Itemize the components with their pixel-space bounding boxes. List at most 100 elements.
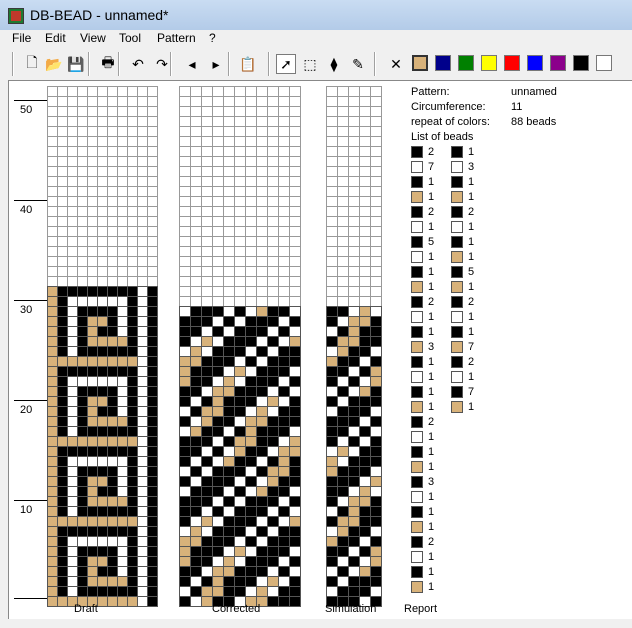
ruler-number: 10 xyxy=(20,504,33,516)
ruler-tick xyxy=(14,598,48,599)
bead-color-swatch xyxy=(411,506,423,518)
menu-bar: File Edit View Tool Pattern ? xyxy=(0,30,632,48)
bead-color-swatch xyxy=(451,296,463,308)
ruler-tick xyxy=(14,100,48,101)
bead-color-swatch xyxy=(451,266,463,278)
bead-count: 1 xyxy=(468,236,475,248)
bead-color-swatch xyxy=(411,491,423,503)
toolbar-separator xyxy=(12,52,14,76)
bead-count: 3 xyxy=(468,161,475,173)
menu-pattern[interactable]: Pattern xyxy=(157,31,196,45)
bead-count: 2 xyxy=(428,146,435,158)
undo-icon[interactable]: ↶ xyxy=(128,54,148,74)
bead-color-swatch xyxy=(411,266,423,278)
ruler-tick xyxy=(14,300,48,301)
bead-count: 1 xyxy=(468,326,475,338)
toolbar-separator xyxy=(228,52,230,76)
pattern-value: unnamed xyxy=(511,86,557,98)
palette-color-swatch[interactable] xyxy=(412,55,428,71)
bead-color-swatch xyxy=(411,566,423,578)
bead-count: 1 xyxy=(468,176,475,188)
bead-color-swatch xyxy=(411,431,423,443)
bead-color-swatch xyxy=(411,311,423,323)
bead-color-swatch xyxy=(411,206,423,218)
bead-count: 3 xyxy=(428,476,435,488)
bead-color-swatch xyxy=(411,551,423,563)
bead-color-swatch xyxy=(411,326,423,338)
open-folder-icon[interactable]: 📂 xyxy=(44,54,64,74)
bead-color-swatch xyxy=(411,341,423,353)
palette-color-swatch[interactable] xyxy=(458,55,474,71)
bead-color-swatch xyxy=(411,146,423,158)
paste-icon[interactable]: 📋 xyxy=(238,54,258,74)
bead-count: 1 xyxy=(428,551,435,563)
bead-color-swatch xyxy=(451,281,463,293)
title-bar: DB-BEAD - unnamed* xyxy=(0,0,632,31)
toolbar-separator xyxy=(88,52,90,76)
bead-count: 2 xyxy=(428,536,435,548)
arrow-right-icon[interactable]: ▸ xyxy=(206,54,226,74)
delete-icon[interactable]: ✕ xyxy=(386,54,406,74)
bead-count: 7 xyxy=(468,386,475,398)
bead-color-swatch xyxy=(411,521,423,533)
menu-tool[interactable]: Tool xyxy=(119,31,141,45)
save-icon[interactable]: 💾 xyxy=(66,54,86,74)
eyedropper-icon[interactable]: ✎ xyxy=(348,54,368,74)
bead-color-swatch xyxy=(451,341,463,353)
palette-color-swatch[interactable] xyxy=(435,55,451,71)
bead-count: 1 xyxy=(468,221,475,233)
palette-color-swatch[interactable] xyxy=(550,55,566,71)
menu-edit[interactable]: Edit xyxy=(45,31,66,45)
bead-color-swatch xyxy=(411,371,423,383)
bead-cell[interactable] xyxy=(289,596,301,607)
bead-count: 1 xyxy=(428,371,435,383)
bead-color-swatch xyxy=(451,371,463,383)
repeat-label: repeat of colors: xyxy=(411,116,490,128)
palette-color-swatch[interactable] xyxy=(527,55,543,71)
palette-color-swatch[interactable] xyxy=(573,55,589,71)
toolbar-separator xyxy=(268,52,270,76)
select-rect-icon[interactable]: ⬚ xyxy=(300,54,320,74)
menu-view[interactable]: View xyxy=(80,31,106,45)
bead-count: 2 xyxy=(428,206,435,218)
bead-count: 1 xyxy=(428,311,435,323)
bead-color-swatch xyxy=(411,536,423,548)
toolbar-separator xyxy=(170,52,172,76)
bead-color-swatch xyxy=(451,221,463,233)
palette-color-swatch[interactable] xyxy=(504,55,520,71)
bead-count: 2 xyxy=(468,356,475,368)
bead-count: 1 xyxy=(428,251,435,263)
bead-count: 1 xyxy=(428,521,435,533)
repeat-value: 88 beads xyxy=(511,116,557,128)
fill-bucket-icon[interactable]: ⧫ xyxy=(324,54,344,74)
pointer-icon[interactable]: ➚ xyxy=(276,54,296,74)
bead-count: 1 xyxy=(428,566,435,578)
bead-count: 1 xyxy=(428,326,435,338)
bead-color-swatch xyxy=(411,401,423,413)
print-icon[interactable]: 🖶 xyxy=(98,54,118,74)
bead-color-swatch xyxy=(451,236,463,248)
bead-color-swatch xyxy=(451,146,463,158)
bead-color-swatch xyxy=(451,386,463,398)
bead-count: 1 xyxy=(468,146,475,158)
bead-color-swatch xyxy=(411,221,423,233)
row-ruler: 50 40 30 20 10 xyxy=(8,80,48,600)
ruler-number: 20 xyxy=(20,404,33,416)
palette-color-swatch[interactable] xyxy=(481,55,497,71)
menu-help[interactable]: ? xyxy=(209,31,216,45)
bead-count: 2 xyxy=(428,416,435,428)
bead-color-swatch xyxy=(451,251,463,263)
toolbar-separator xyxy=(374,52,376,76)
arrow-left-icon[interactable]: ◂ xyxy=(182,54,202,74)
redo-icon[interactable]: ↷ xyxy=(152,54,172,74)
menu-file[interactable]: File xyxy=(12,31,31,45)
bead-color-swatch xyxy=(411,236,423,248)
bead-count: 1 xyxy=(468,371,475,383)
palette-color-swatch[interactable] xyxy=(596,55,612,71)
bead-color-swatch xyxy=(411,191,423,203)
bead-color-swatch xyxy=(411,461,423,473)
new-file-icon[interactable]: 🗋 xyxy=(22,54,42,74)
bead-color-swatch xyxy=(451,326,463,338)
bead-count: 1 xyxy=(428,386,435,398)
bead-cell[interactable] xyxy=(147,596,158,607)
